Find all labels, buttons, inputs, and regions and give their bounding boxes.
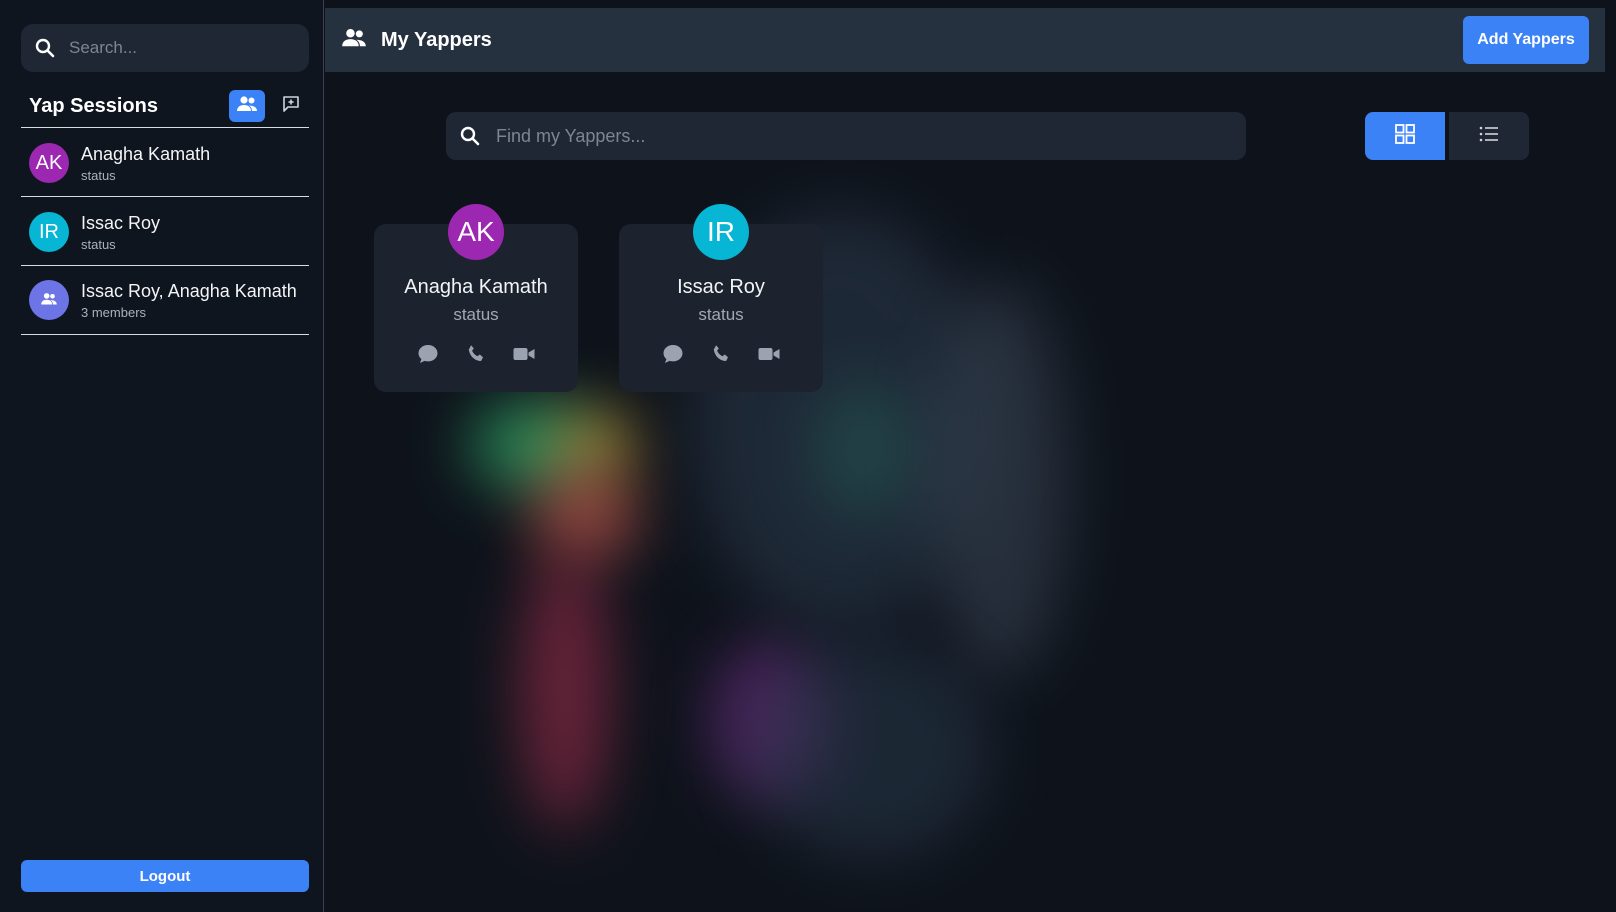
session-name: Issac Roy (81, 212, 161, 233)
logout-button[interactable]: Logout (21, 860, 309, 892)
topbar: My Yappers Add Yappers (325, 8, 1605, 72)
session-members: 3 members (81, 304, 147, 320)
group-icon (40, 289, 58, 312)
sidebar-search[interactable] (21, 24, 309, 72)
sidebar-search-input[interactable] (67, 37, 291, 59)
session-status: status (81, 167, 116, 183)
find-yappers-input[interactable] (494, 124, 1198, 148)
sessions-header-actions (229, 90, 309, 122)
yapper-card[interactable]: AK Anagha Kamath status (374, 204, 578, 392)
grid-icon (1394, 123, 1416, 150)
new-chat-button[interactable] (273, 90, 309, 122)
app-root: Yap Sessions AK Anagha Kamath stat (0, 0, 1616, 912)
session-item[interactable]: AK Anagha Kamath status (21, 129, 309, 197)
session-name: Issac Roy, Anagha Kamath (81, 280, 297, 301)
yapper-name: Anagha Kamath (404, 276, 548, 298)
search-icon (33, 36, 57, 60)
yapper-actions (619, 342, 823, 366)
sessions-title: Yap Sessions (29, 94, 158, 117)
sidebar: Yap Sessions AK Anagha Kamath stat (0, 0, 324, 912)
grid-view-button[interactable] (1365, 112, 1445, 160)
yapper-actions (374, 342, 578, 366)
users-icon (341, 27, 367, 53)
page-title: My Yappers (381, 28, 492, 51)
yapper-card[interactable]: IR Issac Roy status (619, 204, 823, 392)
add-yappers-button[interactable]: Add Yappers (1463, 16, 1589, 64)
video-icon[interactable] (512, 342, 536, 366)
avatar: IR (693, 204, 749, 260)
divider (21, 334, 309, 335)
phone-icon[interactable] (709, 342, 733, 366)
list-view-button[interactable] (1449, 112, 1529, 160)
session-item[interactable]: IR Issac Roy status (21, 198, 309, 266)
list-icon (1478, 125, 1500, 148)
group-avatar (29, 280, 69, 320)
session-name: Anagha Kamath (81, 143, 211, 164)
yapper-name: Issac Roy (677, 276, 765, 298)
sessions-header: Yap Sessions (21, 86, 309, 126)
chat-icon[interactable] (661, 342, 685, 366)
avatar: AK (448, 204, 504, 260)
users-icon (236, 95, 258, 118)
video-icon[interactable] (757, 342, 781, 366)
chat-icon[interactable] (416, 342, 440, 366)
search-icon (458, 124, 482, 148)
session-item[interactable]: Issac Roy, Anagha Kamath 3 members (21, 266, 309, 334)
avatar: AK (29, 143, 69, 183)
view-toggle (1365, 112, 1529, 160)
yapper-status: status (453, 305, 499, 324)
divider (21, 127, 309, 128)
contacts-view-button[interactable] (229, 90, 265, 122)
chat-plus-icon (281, 94, 301, 119)
divider (21, 196, 309, 197)
background-art (330, 80, 1616, 912)
avatar: IR (29, 212, 69, 252)
yapper-status: status (698, 305, 744, 324)
find-yappers-search[interactable] (446, 112, 1246, 160)
phone-icon[interactable] (464, 342, 488, 366)
session-status: status (81, 236, 116, 252)
